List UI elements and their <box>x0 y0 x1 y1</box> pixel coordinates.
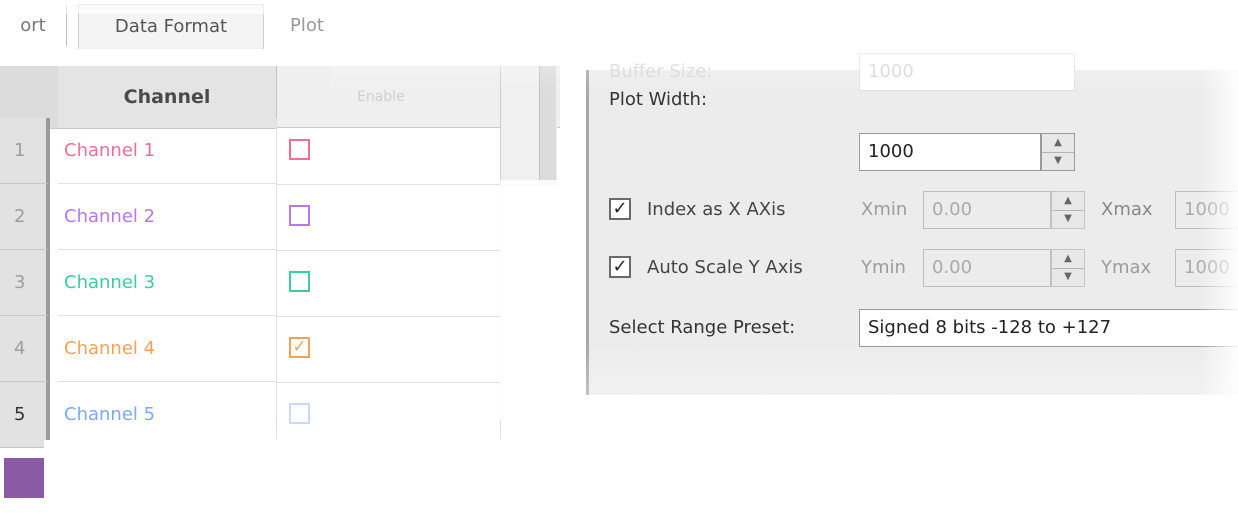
xmin-input[interactable]: 0.00 <box>923 191 1051 229</box>
channel-grid: Channel Enable 1 Channel 1 2 Channel 2 3… <box>0 66 560 449</box>
range-preset-label: Select Range Preset: <box>609 317 796 338</box>
plot-cell <box>277 184 501 251</box>
chevron-down-icon[interactable]: ▼ <box>1052 268 1084 286</box>
row-number[interactable]: 1 <box>0 118 50 184</box>
channel-name-cell[interactable]: Channel 1 <box>58 118 277 184</box>
plot-cell <box>277 118 501 185</box>
range-preset-row: Select Range Preset: Signed 8 bits -128 … <box>589 298 1238 358</box>
ymin-stepper[interactable]: ▲ ▼ <box>1051 249 1085 287</box>
row-number[interactable]: 5 <box>0 382 50 448</box>
chevron-down-icon[interactable]: ▼ <box>1052 210 1084 228</box>
ymin-input[interactable]: 0.00 <box>923 249 1051 287</box>
auto-scale-row: ✓ Auto Scale Y Axis Ymin 0.00 ▲ ▼ Ymax 1… <box>589 238 1238 298</box>
table-row[interactable]: 4 Channel 4 ✓ <box>0 316 501 383</box>
xmin-stepper[interactable]: ▲ ▼ <box>1051 191 1085 229</box>
row-number[interactable]: 2 <box>0 184 50 250</box>
plot-cell <box>277 382 501 449</box>
chevron-up-icon[interactable]: ▲ <box>1042 134 1074 153</box>
table-row[interactable]: 3 Channel 3 <box>0 250 501 317</box>
auto-scale-label: Auto Scale Y Axis <box>647 257 803 278</box>
scrollbar-thumb[interactable] <box>539 66 556 186</box>
row-number[interactable]: 3 <box>0 250 50 316</box>
channel-name-cell[interactable]: Channel 2 <box>58 184 277 250</box>
tab-plot[interactable]: Plot <box>280 6 340 46</box>
ymax-input[interactable]: 1000 <box>1175 249 1238 287</box>
color-swatch[interactable] <box>4 458 44 498</box>
chevron-up-icon[interactable]: ▲ <box>1052 192 1084 211</box>
channel-name-cell[interactable]: Channel 4 <box>58 316 277 382</box>
index-x-row: ✓ Index as X AXis Xmin 0.00 ▲ ▼ Xmax 100… <box>589 180 1238 240</box>
tab-import[interactable]: ort <box>0 6 67 46</box>
channel-name-cell[interactable]: Channel 3 <box>58 250 277 316</box>
table-row[interactable]: 2 Channel 2 <box>0 184 501 251</box>
channel-name-cell[interactable]: Channel 5 <box>58 382 277 448</box>
plot-checkbox[interactable] <box>289 271 310 292</box>
index-x-checkbox[interactable]: ✓ <box>609 198 631 220</box>
tab-data-format[interactable]: Data Format <box>78 4 264 49</box>
plot-cell <box>277 250 501 317</box>
plot-checkbox[interactable]: ✓ <box>289 337 310 358</box>
plot-checkbox[interactable] <box>289 205 310 226</box>
range-preset-select[interactable]: Signed 8 bits -128 to +127 <box>859 309 1238 347</box>
plot-checkbox[interactable] <box>289 403 310 424</box>
auto-scale-checkbox[interactable]: ✓ <box>609 256 631 278</box>
row-number[interactable]: 4 <box>0 316 50 382</box>
plot-width-input[interactable]: 1000 <box>859 133 1041 171</box>
grid-scrollbar[interactable] <box>500 66 557 186</box>
plot-settings-panel: Buffer Size: 1000 Plot Width: 1000 ▲ ▼ ✓… <box>586 53 1238 395</box>
tab-bar: ort Data Format Plot <box>0 0 340 49</box>
plot-cell: ✓ <box>277 316 501 383</box>
chevron-up-icon[interactable]: ▲ <box>1052 250 1084 269</box>
ymin-label: Ymin <box>861 257 906 278</box>
table-row[interactable]: 5 Channel 5 <box>0 382 501 449</box>
plot-checkbox[interactable] <box>289 139 310 160</box>
plot-width-stepper[interactable]: ▲ ▼ <box>1041 133 1075 171</box>
table-row[interactable]: 1 Channel 1 <box>0 118 501 185</box>
xmax-label: Xmax <box>1101 199 1153 220</box>
ymax-label: Ymax <box>1101 257 1152 278</box>
index-x-label: Index as X AXis <box>647 199 786 220</box>
xmax-input[interactable]: 1000 <box>1175 191 1238 229</box>
plot-width-label: Plot Width: <box>609 89 708 110</box>
chevron-down-icon[interactable]: ▼ <box>1042 152 1074 170</box>
buffer-size-input[interactable]: 1000 <box>859 53 1075 91</box>
xmin-label: Xmin <box>861 199 908 220</box>
